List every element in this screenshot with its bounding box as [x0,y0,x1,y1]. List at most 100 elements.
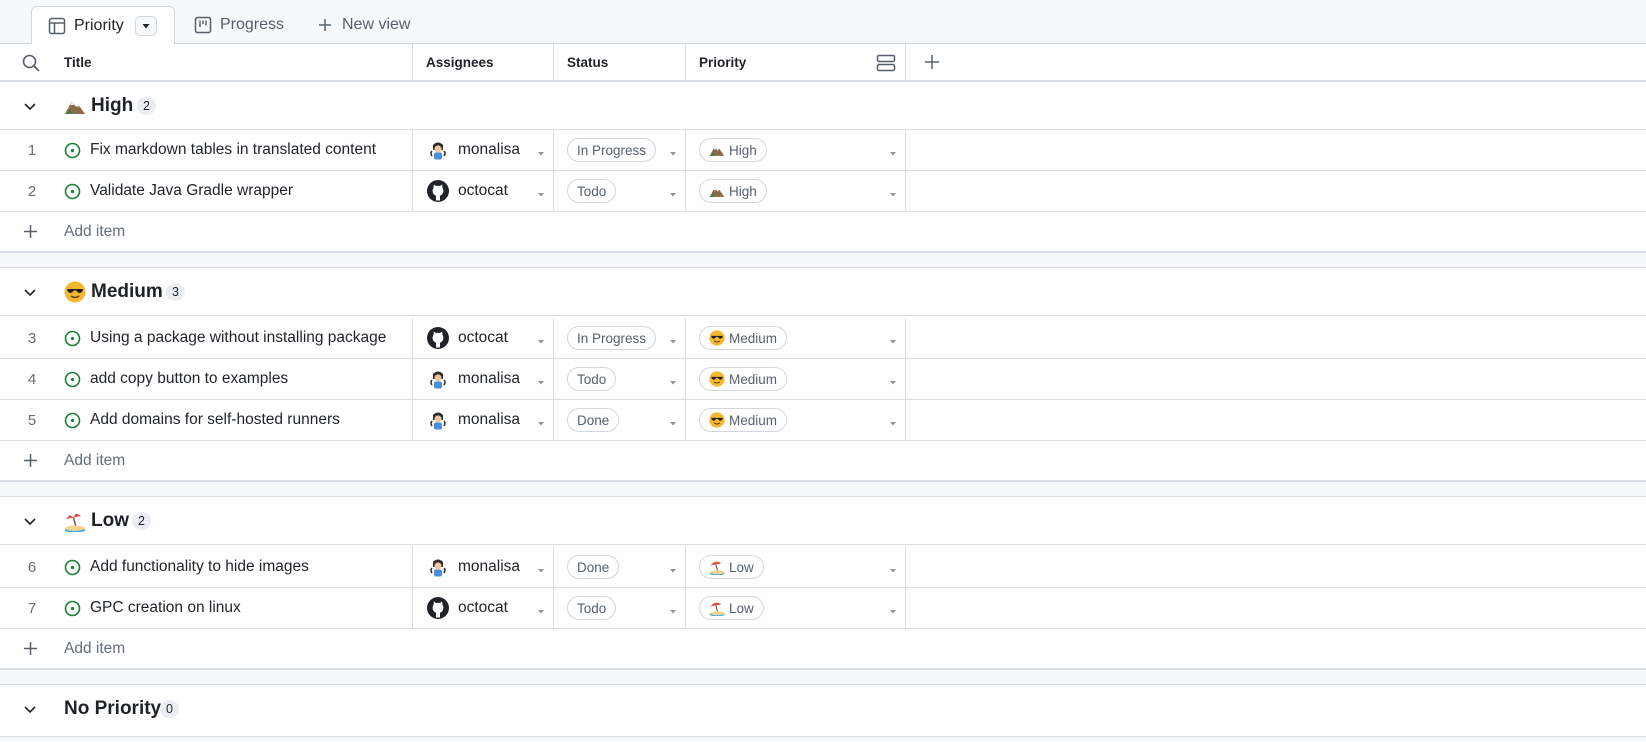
triangle-down-icon[interactable] [888,145,898,156]
board-icon [194,16,212,34]
tab-progress[interactable]: Progress [194,6,284,44]
priority-cell[interactable]: Low [686,588,906,628]
tab-priority[interactable]: Priority [31,6,175,45]
status-cell[interactable]: Done [554,400,686,440]
status-cell[interactable]: Todo [554,171,686,211]
group-header-high[interactable]: High 2 [0,82,1646,130]
table-row[interactable]: 2 Validate Java Gradle wrapper octocat T… [0,171,1646,212]
issue-title-link[interactable]: Validate Java Gradle wrapper [90,171,293,211]
sunglasses-emoji-icon [64,281,86,303]
assignees-cell[interactable]: monalisa [413,359,554,399]
table-row[interactable]: 3 Using a package without installing pac… [0,318,1646,359]
triangle-down-icon[interactable] [536,333,546,344]
assignees-cell[interactable]: octocat [413,318,554,358]
column-header-title[interactable]: Title [51,44,413,80]
assignees-cell[interactable]: monalisa [413,130,554,170]
status-token: Todo [567,367,617,391]
issue-title-link[interactable]: Add domains for self-hosted runners [90,400,340,440]
priority-cell[interactable]: Medium [686,359,906,399]
chevron-down-icon[interactable] [21,97,39,115]
triangle-down-icon[interactable] [668,603,678,614]
triangle-down-icon[interactable] [536,415,546,426]
triangle-down-icon[interactable] [536,145,546,156]
group-header-medium[interactable]: Medium 3 [0,268,1646,316]
issue-title-link[interactable]: Fix markdown tables in translated conten… [90,130,376,170]
assignees-cell[interactable]: monalisa [413,547,554,587]
row-number: 5 [27,411,37,429]
triangle-down-icon[interactable] [888,333,898,344]
column-header-assignees[interactable]: Assignees [413,44,554,80]
group-header-no-priority[interactable]: No Priority 0 [0,685,1646,733]
priority-cell[interactable]: High [686,171,906,211]
search-icon[interactable] [21,53,41,73]
column-header-priority[interactable]: Priority [686,44,906,80]
new-view-button[interactable]: New view [316,6,410,44]
triangle-down-icon[interactable] [668,333,678,344]
assignees-cell[interactable]: monalisa [413,400,554,440]
row-number: 3 [27,329,37,347]
triangle-down-icon[interactable] [536,374,546,385]
triangle-down-icon[interactable] [668,186,678,197]
add-item-button[interactable]: Add item [64,629,125,669]
triangle-down-icon[interactable] [888,603,898,614]
triangle-down-icon[interactable] [536,562,546,573]
beach-umbrella-emoji-icon [709,559,725,575]
group-separator [0,252,1646,268]
triangle-down-icon[interactable] [668,145,678,156]
tab-options-button[interactable] [134,15,157,36]
assignee-name: monalisa [458,558,521,575]
status-cell[interactable]: In Progress [554,130,686,170]
row-number: 6 [27,558,37,576]
plus-icon[interactable] [22,452,39,469]
status-cell[interactable]: Done [554,547,686,587]
status-cell[interactable]: Todo [554,359,686,399]
column-header-status[interactable]: Status [554,44,686,80]
monalisa-avatar-icon [427,409,449,431]
triangle-down-icon[interactable] [668,374,678,385]
status-cell[interactable]: Todo [554,588,686,628]
add-item-button[interactable]: Add item [64,212,125,252]
open-issue-icon [64,412,81,429]
chevron-down-icon[interactable] [21,283,39,301]
group-by-icon[interactable] [876,53,896,73]
triangle-down-icon[interactable] [536,603,546,614]
issue-title-link[interactable]: GPC creation on linux [90,588,241,628]
assignees-cell[interactable]: octocat [413,171,554,211]
add-item-button[interactable]: Add item [64,441,125,481]
plus-icon[interactable] [22,223,39,240]
triangle-down-icon[interactable] [888,374,898,385]
add-item-row[interactable]: Add item [0,629,1646,669]
plus-icon[interactable] [22,640,39,657]
assignee-name: octocat [458,182,508,199]
table-row[interactable]: 1 Fix markdown tables in translated cont… [0,130,1646,171]
table-row[interactable]: 5 Add domains for self-hosted runners mo… [0,400,1646,441]
row-number: 7 [27,599,37,617]
assignees-cell[interactable]: octocat [413,588,554,628]
add-item-row[interactable]: Add item [0,212,1646,252]
triangle-down-icon[interactable] [668,562,678,573]
issue-title-link[interactable]: Using a package without installing packa… [90,318,386,358]
add-field-button[interactable] [922,52,942,72]
priority-cell[interactable]: Medium [686,318,906,358]
chevron-down-icon[interactable] [21,700,39,718]
table-row[interactable]: 7 GPC creation on linux octocat Todo Low [0,588,1646,629]
priority-cell[interactable]: Medium [686,400,906,440]
issue-title-link[interactable]: add copy button to examples [90,359,288,399]
group-header-low[interactable]: Low 2 [0,497,1646,545]
status-cell[interactable]: In Progress [554,318,686,358]
triangle-down-icon[interactable] [888,415,898,426]
triangle-down-icon[interactable] [888,562,898,573]
triangle-down-icon[interactable] [536,186,546,197]
table-row[interactable]: 6 Add functionality to hide images monal… [0,547,1646,588]
status-token: Todo [567,596,617,620]
triangle-down-icon[interactable] [888,186,898,197]
table-row[interactable]: 4 add copy button to examples monalisa T… [0,359,1646,400]
triangle-down-icon[interactable] [668,415,678,426]
table-icon [48,17,66,35]
add-item-row[interactable]: Add item [0,441,1646,481]
row-number: 4 [27,370,37,388]
priority-cell[interactable]: Low [686,547,906,587]
priority-cell[interactable]: High [686,130,906,170]
issue-title-link[interactable]: Add functionality to hide images [90,547,309,587]
chevron-down-icon[interactable] [21,512,39,530]
